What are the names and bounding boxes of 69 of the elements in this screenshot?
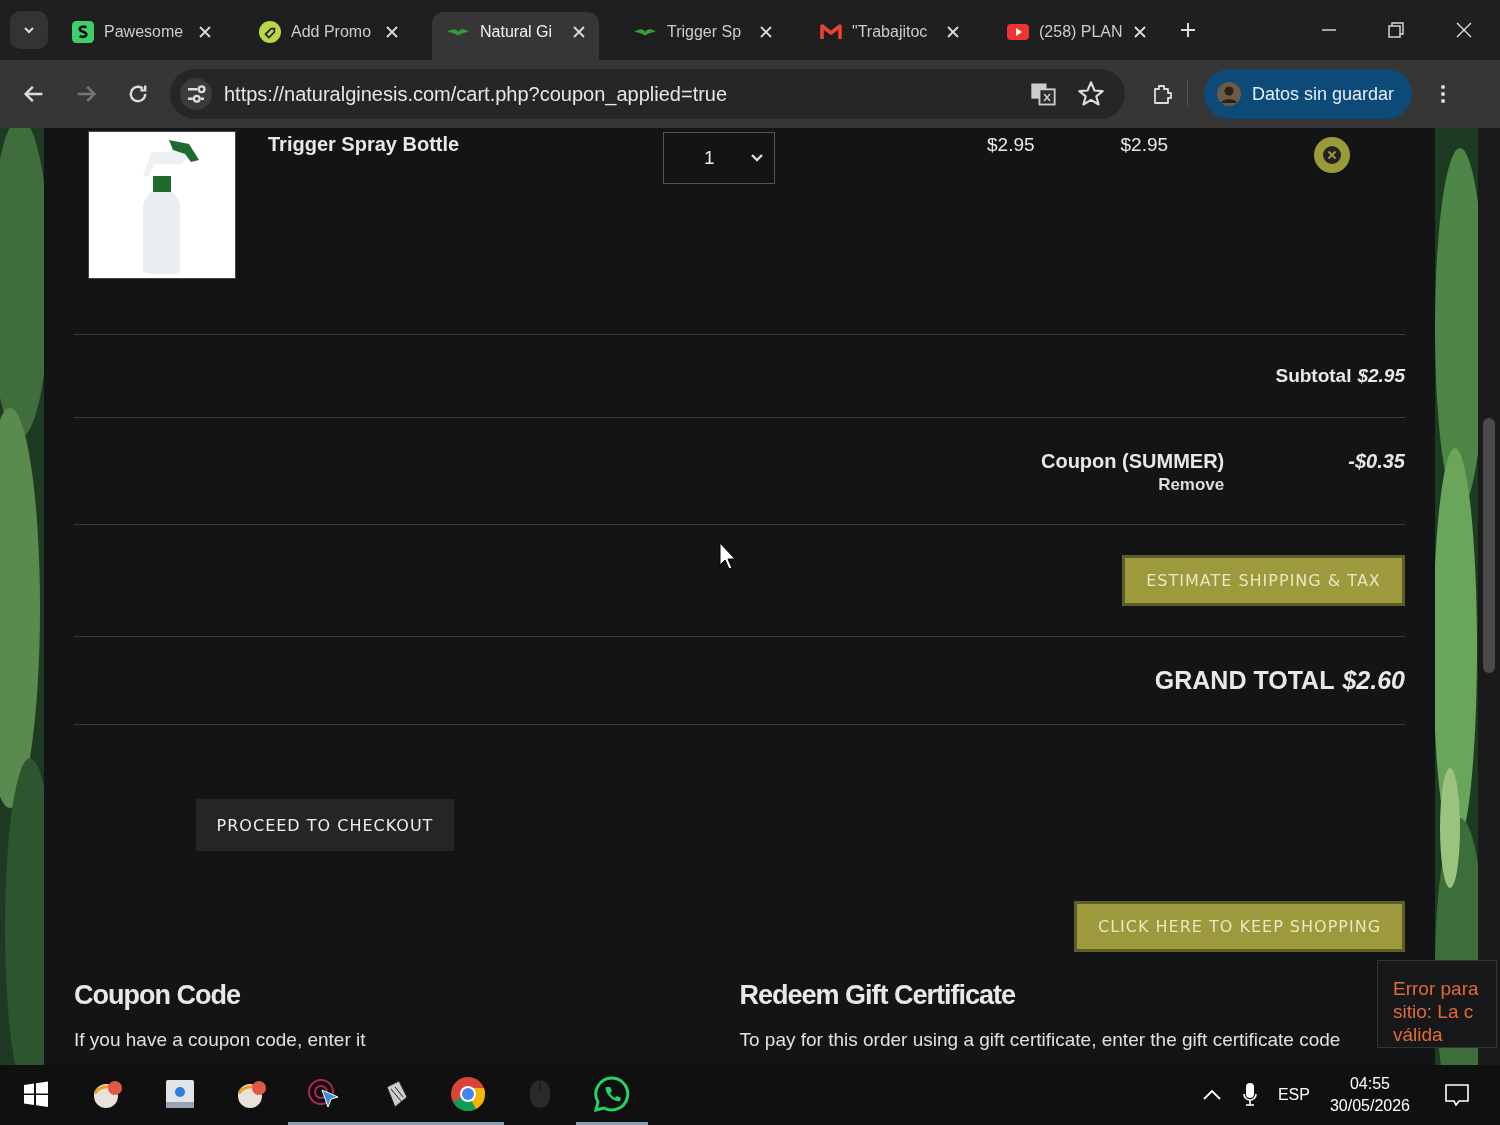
close-icon[interactable] [386,26,398,38]
star-icon[interactable] [1077,80,1105,108]
restore-icon[interactable] [1388,22,1404,38]
close-icon[interactable] [760,26,772,38]
url-text: https://naturalginesis.com/cart.php?coupon_applied=true [224,82,729,106]
chevron-up-icon[interactable] [1201,1089,1222,1101]
unit-price: $2.95 [987,134,1035,156]
address-bar[interactable]: https://naturalginesis.com/cart.php?coupon_applied=true [170,69,1125,119]
error-text: sitio: La c [1393,1000,1475,1023]
browser-tab[interactable]: Trigger Sp [619,12,786,60]
tab-title: Trigger Sp [667,23,743,41]
cursor-target-icon [307,1077,341,1110]
mouse-cursor-icon [719,542,737,570]
tab-title: (258) PLAN [1039,23,1124,41]
microphone-icon[interactable] [1241,1082,1258,1108]
browser-tab[interactable]: Natural Gi [432,12,599,60]
line-total: $2.95 [1120,134,1169,156]
quantity-select[interactable]: 1 [663,132,775,184]
chevron-down-icon [750,153,764,163]
site-settings-icon[interactable] [180,78,212,110]
error-text: Error para [1393,977,1480,1000]
subtotal-value: $2.95 [1357,365,1405,387]
video-play-icon [1007,21,1029,43]
profile-button[interactable]: Datos sin guardar [1204,69,1413,119]
scrollbar[interactable] [1478,128,1500,1065]
globe-icon [236,1078,268,1109]
grand-total-label: GRAND TOTAL [1154,666,1335,695]
remove-item-icon[interactable] [1314,137,1351,173]
product-name: Trigger Spray Bottle [268,133,461,156]
coupon-discount: -$0.35 [1348,450,1405,473]
language-indicator[interactable]: ESP [1277,1086,1310,1104]
chrome-icon [450,1075,486,1112]
checkout-button[interactable]: PROCEED TO CHECKOUT [196,799,454,851]
remove-coupon-link[interactable]: Remove [1158,475,1225,495]
tag-icon [259,21,281,43]
globe-icon [92,1078,124,1109]
puzzle-icon[interactable] [1151,82,1175,106]
browser-tab[interactable]: Add Promo [245,12,412,60]
subtotal-label: Subtotal [1275,365,1352,387]
close-icon[interactable] [947,26,959,38]
section-text: If you have a coupon code, enter it [74,1029,367,1051]
mouse-icon [529,1078,551,1109]
browser-tab[interactable]: Pawesome [58,12,225,60]
browser-tab[interactable]: (258) PLAN [993,12,1160,60]
phone-chat-icon [594,1075,630,1112]
tab-title: "Trabajitoc [852,23,929,41]
windows-icon [23,1080,49,1107]
clock-date[interactable]: 30/05/2026 [1329,1097,1410,1115]
close-icon[interactable] [1134,26,1146,38]
grand-total-value: $2.60 [1342,666,1405,695]
close-icon[interactable] [199,26,211,38]
close-icon[interactable] [1456,22,1472,38]
tab-title: Natural Gi [480,23,554,41]
new-tab-icon[interactable] [1180,22,1196,38]
drive-icon [164,1077,196,1110]
coupon-label: Coupon (SUMMER) [1041,450,1225,473]
error-text: válida [1393,1023,1444,1046]
tab-title: Add Promo [291,23,373,41]
leaf-icon [446,27,470,37]
menu-icon[interactable] [1440,84,1447,104]
tab-title: Pawesome [104,23,185,41]
close-icon[interactable] [573,26,585,38]
notification-icon[interactable] [1444,1082,1470,1108]
browser-tab[interactable]: "Trabajitoc [806,12,973,60]
avatar-icon [1216,81,1242,107]
leaf-icon [633,27,657,37]
clock-time[interactable]: 04:55 [1349,1075,1390,1093]
section-heading: Coupon Code [74,980,241,1011]
s-logo-icon [72,21,94,43]
